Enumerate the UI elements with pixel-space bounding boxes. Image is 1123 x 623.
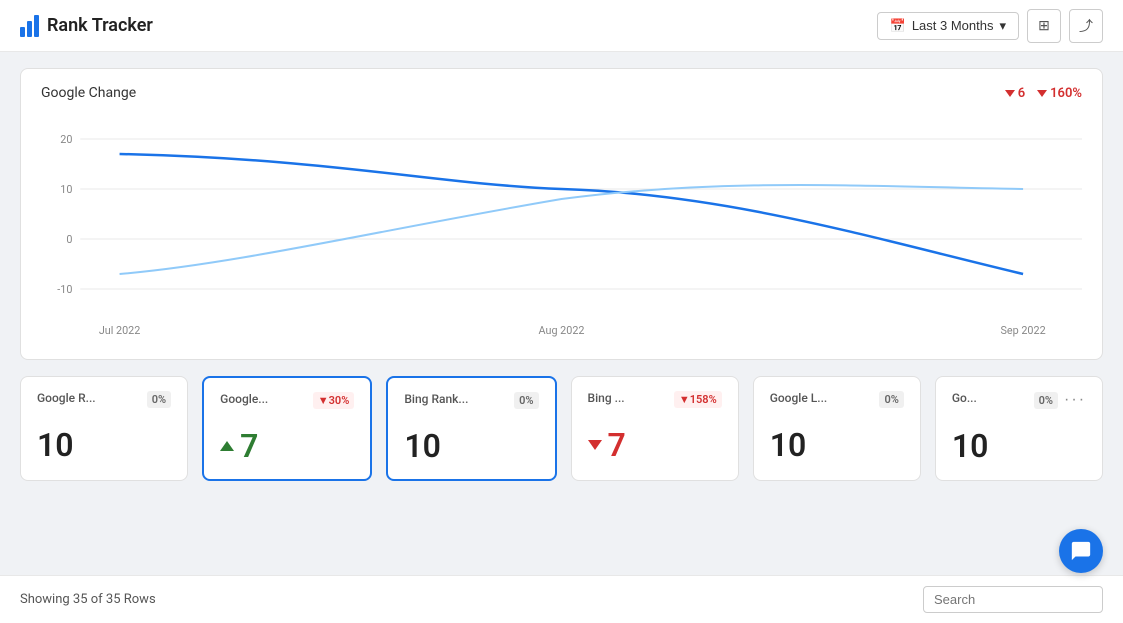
metric-card-4-badge: ▼158% [674,391,722,408]
chat-bubble-button[interactable] [1059,529,1103,573]
filter-button[interactable]: ⊞ [1027,9,1061,43]
metric-card-2-value: 7 [220,427,354,465]
metric-card-4: Bing ... ▼158% 7 [571,376,739,481]
stat2-value: 160% [1050,86,1082,101]
metric-card-5-name: Google L... [770,391,828,405]
cards-row: Google R... 0% 10 Google... ▼30% 7 Bing … [20,376,1103,481]
date-range-label: Last 3 Months [912,18,994,33]
metric-card-1: Google R... 0% 10 [20,376,188,481]
metric-card-2-badge: ▼30% [313,392,355,409]
metric-card-2: Google... ▼30% 7 [202,376,372,481]
arrow-down-icon-2 [1037,90,1047,97]
chat-icon [1070,540,1092,562]
metric-card-2-name: Google... [220,392,268,406]
stat1-value: 6 [1018,86,1025,101]
date-range-button[interactable]: 📅 Last 3 Months ▾ [877,12,1019,40]
share-button[interactable]: ⤴ [1069,9,1103,43]
chart-stats: 6 160% [1005,86,1082,101]
app-header: Rank Tracker 📅 Last 3 Months ▾ ⊞ ⤴ [0,0,1123,52]
calendar-icon: 📅 [890,18,906,34]
metric-card-6: Go... 0% ··· 10 [935,376,1103,481]
bar1 [20,27,25,37]
header-right: 📅 Last 3 Months ▾ ⊞ ⤴ [877,9,1103,43]
stat-badge-1: 6 [1005,86,1025,101]
stat-badge-2: 160% [1037,86,1082,101]
metric-card-6-badge: 0% [1034,392,1058,409]
chart-title: Google Change [41,85,136,101]
metric-card-5-badge: 0% [879,391,903,408]
metric-card-2-header: Google... ▼30% [220,392,354,409]
metric-card-5-value: 10 [770,426,904,464]
metric-card-1-name: Google R... [37,391,96,405]
chart-card: Google Change 6 160% 20 [20,68,1103,360]
metric-card-5-header: Google L... 0% [770,391,904,408]
svg-text:0: 0 [66,233,72,246]
footer-bar: Showing 35 of 35 Rows [0,575,1123,623]
metric-card-4-name: Bing ... [588,391,625,405]
metric-card-3-badge: 0% [514,392,538,409]
metric-card-6-name: Go... [952,391,977,405]
svg-text:Sep 2022: Sep 2022 [1001,324,1046,337]
metric-card-1-header: Google R... 0% [37,391,171,408]
chart-svg: 20 10 0 -10 Jul 2022 Aug 2022 Sep 2022 [41,109,1082,349]
logo-icon [20,15,39,37]
down-arrow-icon [588,440,602,450]
more-options-button[interactable]: ··· [1064,391,1086,409]
app-title: Rank Tracker [47,15,153,36]
main-content: Google Change 6 160% 20 [0,52,1123,497]
up-arrow-icon [220,441,234,451]
arrow-down-icon-1 [1005,90,1015,97]
svg-text:20: 20 [60,133,72,146]
svg-text:-10: -10 [57,283,72,296]
chart-area: 20 10 0 -10 Jul 2022 Aug 2022 Sep 2022 [41,109,1082,349]
metric-card-4-value: 7 [588,426,722,464]
chevron-down-icon: ▾ [999,18,1006,34]
metric-card-5: Google L... 0% 10 [753,376,921,481]
search-input[interactable] [923,586,1103,613]
metric-card-1-value: 10 [37,426,171,464]
metric-card-4-header: Bing ... ▼158% [588,391,722,408]
share-icon: ⤴ [1079,16,1093,36]
metric-card-3-header: Bing Rank... 0% [404,392,538,409]
metric-card-6-value: 10 [952,427,1086,465]
bar3 [34,15,39,37]
header-left: Rank Tracker [20,15,153,37]
rows-count-text: Showing 35 of 35 Rows [20,592,156,607]
svg-text:10: 10 [60,183,72,196]
metric-card-3: Bing Rank... 0% 10 [386,376,556,481]
metric-card-1-badge: 0% [147,391,171,408]
svg-text:Aug 2022: Aug 2022 [539,324,585,337]
metric-card-3-name: Bing Rank... [404,392,468,406]
metric-card-3-value: 10 [404,427,538,465]
bar2 [27,21,32,37]
svg-text:Jul 2022: Jul 2022 [99,324,140,337]
filter-icon: ⊞ [1038,17,1050,34]
chart-header: Google Change 6 160% [41,85,1082,101]
metric-card-6-header: Go... 0% ··· [952,391,1086,409]
